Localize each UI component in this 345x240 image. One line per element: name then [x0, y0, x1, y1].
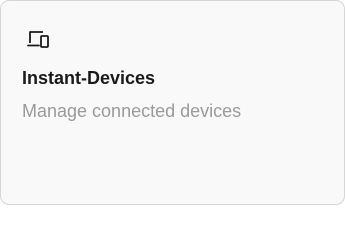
card-title: Instant-Devices [22, 68, 156, 88]
devices-icon [27, 30, 51, 50]
card-description: Manage connected devices [22, 101, 242, 121]
instant-devices-card[interactable]: Instant-Devices Manage connected devices [0, 0, 345, 205]
